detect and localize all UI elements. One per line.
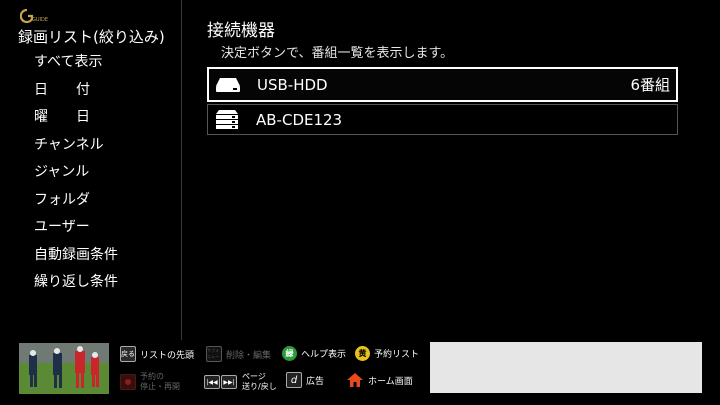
hint-reservation-label: 予約リスト <box>374 350 420 360</box>
page-title: 接続機器 <box>207 21 275 41</box>
info-panel <box>430 342 702 393</box>
hint-page-label-line1: ページ <box>242 372 266 381</box>
submenu-key-icon: サブメニュー <box>206 346 222 362</box>
green-key-icon: 緑 <box>282 346 297 361</box>
hint-submenu-label: 削除・編集 <box>226 350 272 361</box>
program-count: 6番組 <box>630 76 670 94</box>
sidebar-item-weekday[interactable]: 曜 日 <box>34 107 118 135</box>
sidebar-menu: すべて表示 日 付 曜 日 チャンネル ジャンル フォルダ ユーザー 自動録画条… <box>34 52 118 300</box>
sidebar-item-auto-record[interactable]: 自動録画条件 <box>34 245 118 273</box>
nas-icon <box>214 109 240 131</box>
guide-logo: GUIDE <box>19 8 50 24</box>
hint-rec-label-line1: 予約の <box>140 372 164 381</box>
sidebar-item-user[interactable]: ユーザー <box>34 217 118 245</box>
back-key-icon: 戻る <box>120 346 136 362</box>
home-icon <box>346 372 364 388</box>
sidebar-item-date[interactable]: 日 付 <box>34 80 118 108</box>
hint-home-label: ホーム画面 <box>368 376 413 387</box>
hint-rec-stop: 予約の 停止・再開 <box>120 372 180 392</box>
record-key-icon <box>120 374 136 390</box>
hint-back-label: リストの先頭 <box>140 350 195 361</box>
hint-page-label-line2: 送り/戻し <box>242 382 277 391</box>
page-subtitle: 決定ボタンで、番組一覧を表示します。 <box>221 46 454 61</box>
device-row-ab-cde123[interactable]: AB-CDE123 <box>207 104 678 135</box>
footer-bar: 戻る リストの先頭 サブメニュー 削除・編集 緑 ヘルプ表示 黄 予約リスト 予… <box>0 340 720 405</box>
yellow-key-icon: 黄 <box>355 346 370 361</box>
svg-text:GUIDE: GUIDE <box>32 17 48 23</box>
hint-rec-label: 予約の 停止・再開 <box>140 372 180 392</box>
hint-ad-label: 広告 <box>306 376 325 387</box>
sidebar-item-folder[interactable]: フォルダ <box>34 190 118 218</box>
sidebar-title: 録画リスト(絞り込み) <box>18 28 165 46</box>
sidebar-item-genre[interactable]: ジャンル <box>34 162 118 190</box>
hint-help: 緑 ヘルプ表示 <box>282 346 346 361</box>
hint-ad: d 広告 <box>286 372 324 388</box>
sidebar-item-all[interactable]: すべて表示 <box>34 52 118 80</box>
sidebar-item-channel[interactable]: チャンネル <box>34 135 118 163</box>
program-thumbnail <box>19 343 109 394</box>
device-row-usb-hdd[interactable]: USB-HDD 6番組 <box>207 67 678 102</box>
hdd-icon <box>215 77 241 93</box>
skip-keys-icon: |◀◀ ▶▶| <box>204 375 238 389</box>
d-key-icon: d <box>286 372 302 388</box>
device-name: AB-CDE123 <box>256 110 343 129</box>
sidebar-divider <box>181 0 182 340</box>
hint-reservation: 黄 予約リスト <box>355 346 419 361</box>
hint-home: ホーム画面 <box>346 372 413 388</box>
hint-page-label: ページ 送り/戻し <box>242 372 277 392</box>
device-name: USB-HDD <box>257 75 328 94</box>
sidebar-item-repeat[interactable]: 繰り返し条件 <box>34 272 118 300</box>
hint-page: |◀◀ ▶▶| ページ 送り/戻し <box>204 372 277 392</box>
hint-submenu: サブメニュー 削除・編集 <box>206 346 271 362</box>
hint-help-label: ヘルプ表示 <box>301 350 347 360</box>
hint-rec-label-line2: 停止・再開 <box>140 382 180 391</box>
hint-back: 戻る リストの先頭 <box>120 346 194 362</box>
